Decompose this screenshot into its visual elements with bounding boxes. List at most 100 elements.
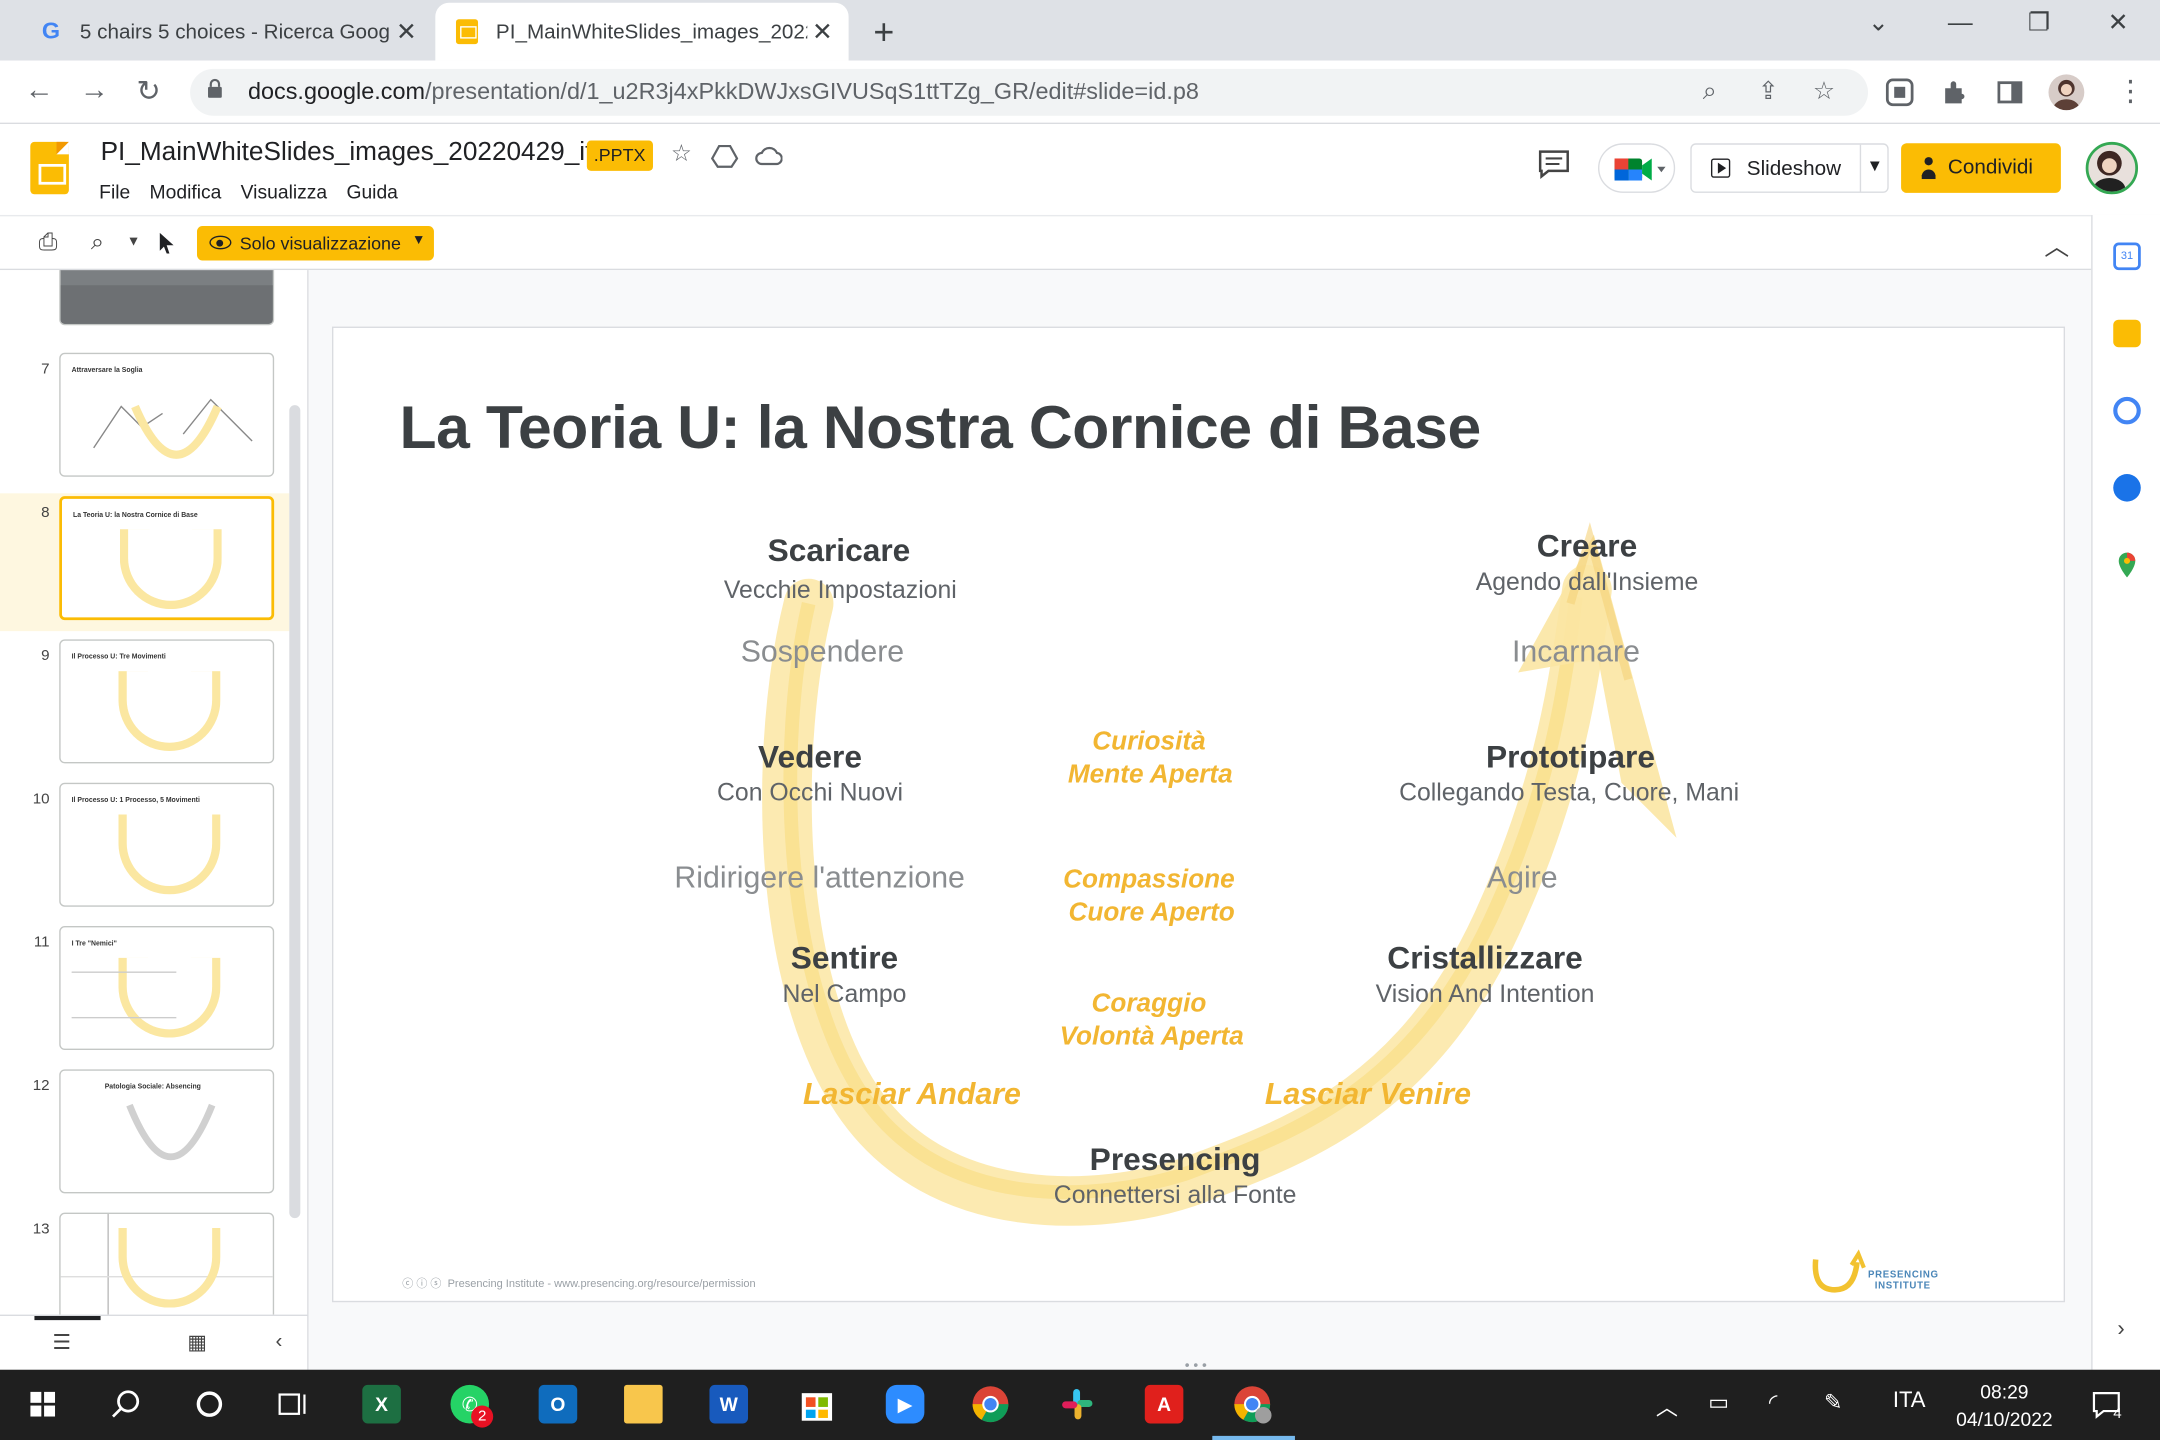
contacts-icon[interactable]: [2113, 474, 2141, 502]
label-creare-sub: Agendo dall'Insieme: [1475, 567, 1699, 596]
zoom-app-icon[interactable]: ▶: [882, 1381, 929, 1428]
slide-thumbnail[interactable]: I Tre "Nemici": [59, 926, 275, 1051]
move-to-drive-icon[interactable]: [710, 143, 739, 168]
menu-visualizza[interactable]: Visualizza: [241, 181, 327, 203]
calendar-icon[interactable]: 31: [2113, 242, 2141, 271]
filmstrip-scrollbar[interactable]: [289, 405, 301, 1219]
chevron-down-icon[interactable]: ▼: [127, 234, 141, 249]
whatsapp-icon[interactable]: ✆ 2: [446, 1381, 494, 1428]
print-icon[interactable]: ⎙: [39, 229, 58, 257]
tab-slides[interactable]: PI_MainWhiteSlides_images_2022 ✕: [435, 2, 849, 61]
language-indicator[interactable]: ITA: [1893, 1389, 1926, 1414]
back-icon[interactable]: ←: [25, 74, 54, 107]
tab-search-icon[interactable]: ⌄: [1868, 8, 1889, 37]
slide-thumb-row-selected[interactable]: 8 La Teoria U: la Nostra Cornice di Base: [0, 493, 290, 632]
windows-start-icon[interactable]: [19, 1381, 66, 1428]
share-page-icon[interactable]: ⇪: [1758, 77, 1779, 106]
profile-avatar[interactable]: [2048, 74, 2085, 111]
reload-icon[interactable]: ↻: [136, 74, 160, 108]
tasks-icon[interactable]: [2113, 396, 2141, 425]
close-tab-icon[interactable]: ✕: [807, 17, 837, 46]
tab-google-search[interactable]: G 5 chairs 5 choices - Ricerca Goog ✕: [19, 3, 432, 61]
maps-icon[interactable]: [2113, 551, 2141, 579]
excel-icon[interactable]: X: [358, 1381, 405, 1428]
notification-center-icon[interactable]: 4: [2083, 1381, 2130, 1428]
slide-thumbnail[interactable]: Il Processo U: Tre Movimenti: [59, 639, 275, 764]
close-tab-icon[interactable]: ✕: [391, 17, 421, 46]
zoom-icon[interactable]: ⌕: [91, 229, 104, 257]
slide-thumb-row[interactable]: [0, 270, 289, 336]
word-icon[interactable]: W: [705, 1381, 752, 1428]
account-avatar[interactable]: [2085, 141, 2139, 195]
address-bar[interactable]: docs.google.com/presentation/d/1_u2R3j4x…: [190, 68, 1869, 116]
slide-thumbnail[interactable]: Patologia Sociale: Absencing: [59, 1069, 275, 1194]
close-window-icon[interactable]: ✕: [2108, 8, 2129, 37]
select-cursor-icon[interactable]: [157, 232, 176, 255]
search-icon[interactable]: [102, 1381, 149, 1428]
slide-thumb-row[interactable]: 9 Il Processo U: Tre Movimenti: [0, 637, 289, 775]
slide-thumbnail-selected[interactable]: La Teoria U: la Nostra Cornice di Base: [59, 496, 275, 621]
microsoft-store-icon[interactable]: [793, 1381, 840, 1428]
chrome-icon[interactable]: [967, 1381, 1014, 1428]
view-mode-dropdown[interactable]: Solo visualizzazione ▼: [196, 225, 434, 261]
slide-thumb-row[interactable]: 10 Il Processo U: 1 Processo, 5 Moviment…: [0, 780, 289, 918]
bookmark-star-icon[interactable]: ☆: [1813, 77, 1835, 106]
list-view-icon[interactable]: ☰: [52, 1330, 71, 1354]
zoom-icon[interactable]: ⌕: [1703, 77, 1717, 106]
keep-icon[interactable]: [2113, 319, 2141, 348]
menu-file[interactable]: File: [99, 181, 130, 203]
slack-icon[interactable]: [1054, 1381, 1101, 1428]
side-panel-icon[interactable]: [1995, 77, 2025, 107]
minimize-icon[interactable]: —: [1948, 8, 1973, 37]
star-icon[interactable]: ☆: [671, 141, 692, 169]
slide-thumbnail[interactable]: Attraversare la Soglia: [59, 352, 275, 477]
pen-icon[interactable]: ✎: [1824, 1389, 1842, 1417]
task-view-icon[interactable]: [270, 1381, 317, 1428]
slide-thumbnail[interactable]: [59, 1212, 275, 1315]
chevron-right-icon[interactable]: ›: [2117, 1317, 2124, 1342]
present-icon: [1710, 158, 1731, 178]
slide-thumb-row[interactable]: 7 Attraversare la Soglia: [0, 350, 289, 488]
chrome-profile-icon[interactable]: [1229, 1381, 1276, 1428]
grid-view-icon[interactable]: ▦: [187, 1330, 207, 1354]
document-title[interactable]: PI_MainWhiteSlides_images_20220429_it: [101, 138, 593, 168]
label-creare: Creare: [1536, 527, 1638, 564]
extensions-puzzle-icon[interactable]: [1940, 77, 1970, 107]
acrobat-icon[interactable]: A: [1141, 1381, 1188, 1428]
forward-icon[interactable]: →: [80, 74, 109, 107]
cloud-status-icon[interactable]: [755, 145, 783, 167]
slideshow-button[interactable]: Slideshow ▼: [1690, 143, 1889, 193]
label-ridirigere: Ridirigere l'attenzione: [674, 859, 965, 895]
meet-button[interactable]: [1598, 143, 1676, 193]
restore-icon[interactable]: ❐: [2028, 8, 2050, 37]
system-clock[interactable]: 08:29 04/10/2022: [1942, 1378, 2066, 1433]
collapse-menus-icon[interactable]: ︿: [2044, 227, 2069, 263]
slide-thumb-row[interactable]: 13: [0, 1210, 289, 1315]
new-tab-icon[interactable]: +: [873, 11, 894, 54]
browser-menu-icon[interactable]: ⋮: [2116, 74, 2145, 108]
outlook-icon[interactable]: O: [535, 1381, 582, 1428]
slide-canvas: La Teoria U: la Nostra Cornice di Base S…: [308, 270, 2092, 1370]
cortana-icon[interactable]: [186, 1381, 233, 1428]
label-incarnare: Incarnare: [1511, 633, 1641, 669]
menu-modifica[interactable]: Modifica: [150, 181, 222, 203]
label-sentire-sub: Nel Campo: [782, 979, 907, 1008]
share-button[interactable]: Condividi: [1901, 143, 2061, 193]
slide-thumbnail[interactable]: Il Processo U: 1 Processo, 5 Movimenti: [59, 782, 275, 907]
file-explorer-icon[interactable]: [620, 1381, 667, 1428]
comment-history-icon[interactable]: [1537, 149, 1570, 179]
menu-guida[interactable]: Guida: [346, 181, 397, 203]
show-hidden-icons-icon[interactable]: ︿: [1656, 1389, 1678, 1422]
chevron-left-icon[interactable]: ‹: [276, 1330, 283, 1353]
current-slide[interactable]: La Teoria U: la Nostra Cornice di Base S…: [333, 327, 2064, 1301]
battery-icon[interactable]: ▭: [1708, 1389, 1729, 1417]
extension-icon[interactable]: [1885, 77, 1915, 107]
slides-logo-icon[interactable]: [30, 141, 69, 195]
wifi-icon[interactable]: ◜: [1769, 1389, 1778, 1417]
slide-filmstrip: 7 Attraversare la Soglia 8 La Teoria U: …: [0, 270, 309, 1315]
slide-thumb-row[interactable]: 12 Patologia Sociale: Absencing: [0, 1067, 289, 1205]
label-vedere-sub: Con Occhi Nuovi: [716, 778, 904, 807]
slide-thumbnail[interactable]: [59, 270, 275, 326]
slide-thumb-row[interactable]: 11 I Tre "Nemici": [0, 923, 289, 1061]
chevron-down-icon[interactable]: ▼: [1867, 156, 1883, 175]
